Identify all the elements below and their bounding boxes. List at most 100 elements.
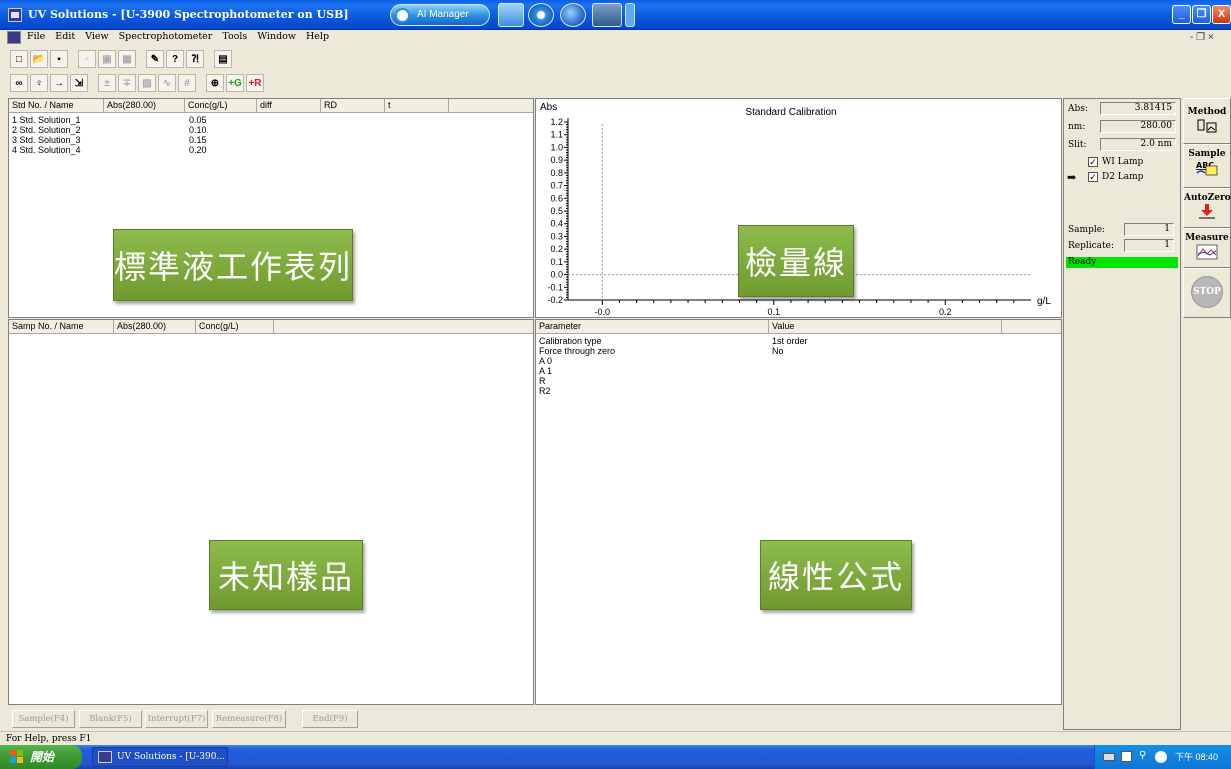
open-icon[interactable]: 📂	[30, 50, 48, 68]
copy-icon[interactable]: ▫	[78, 50, 96, 68]
std-conc: 0.15	[189, 135, 207, 145]
add-icon[interactable]: ±	[98, 74, 116, 92]
sample-button[interactable]: Sample ABC	[1183, 144, 1231, 188]
ai-manager-icon	[395, 8, 410, 23]
minimize-button[interactable]: _	[1172, 5, 1191, 24]
mdi-document-icon[interactable]	[7, 31, 21, 44]
wi-lamp-checkbox[interactable]: ✓	[1088, 157, 1098, 167]
maximize-button[interactable]: ❐	[1192, 5, 1211, 24]
d2-lamp-checkbox[interactable]: ✓	[1088, 172, 1098, 182]
stop-button-frame: STOP	[1183, 268, 1231, 318]
param-name: A 0	[539, 356, 553, 366]
import-icon[interactable]: →	[50, 74, 68, 92]
x-tick-label: 0.2	[939, 307, 952, 317]
chart-callout: 檢量線	[738, 225, 854, 297]
autozero-icon	[1196, 204, 1218, 220]
context-help-icon[interactable]: ⁈	[186, 50, 204, 68]
lamp-icon[interactable]: ♀	[30, 74, 48, 92]
slit-readout: 2.0 nm	[1100, 138, 1176, 151]
network-icon[interactable]: ⚲	[1139, 749, 1146, 763]
new-icon[interactable]: □	[10, 50, 28, 68]
col-samp-name[interactable]: Samp No. / Name	[9, 320, 114, 334]
export-icon[interactable]: ⇲	[70, 74, 88, 92]
start-button[interactable]: 開始	[0, 745, 82, 769]
y-tick-label: 0.8	[550, 168, 563, 178]
col-t[interactable]: t	[385, 99, 449, 113]
y-tick-label: 0.1	[550, 257, 563, 267]
blank-f5-button[interactable]: Blank(F5)	[79, 710, 142, 728]
col-diff[interactable]: diff	[257, 99, 321, 113]
taskbar-app-uv-solutions[interactable]: UV Solutions - [U-390...	[92, 747, 228, 767]
paste-icon[interactable]: ▣	[98, 50, 116, 68]
menu-help[interactable]: Help	[306, 31, 329, 42]
close-button[interactable]: X	[1212, 5, 1231, 24]
col-samp-conc[interactable]: Conc(g/L)	[196, 320, 274, 334]
system-tray: ⚲ 下午 08:40	[1094, 745, 1231, 769]
col-parameter[interactable]: Parameter	[536, 320, 769, 334]
scroll-icon[interactable]	[625, 3, 635, 27]
col-rd[interactable]: RD	[321, 99, 385, 113]
col-std-name[interactable]: Std No. / Name	[9, 99, 104, 113]
monitor-icon[interactable]	[592, 3, 622, 27]
disc-icon[interactable]	[528, 3, 554, 27]
param-name: Calibration type	[539, 336, 602, 346]
parameter-panel: Parameter Value Calibration type 1st orde…	[535, 319, 1062, 705]
ai-manager-button[interactable]: AI Manager	[390, 4, 490, 26]
method-button[interactable]: Method	[1183, 98, 1231, 144]
d2-lamp-label: D2 Lamp	[1102, 172, 1144, 182]
connect-icon[interactable]: ∞	[10, 74, 28, 92]
y-tick-label: 0.4	[550, 219, 563, 229]
delete-icon[interactable]: ∓	[118, 74, 136, 92]
add-green-icon[interactable]: +G	[226, 74, 244, 92]
stop-button[interactable]: STOP	[1191, 276, 1223, 308]
print-icon[interactable]: ▦	[118, 50, 136, 68]
clock[interactable]: 下午 08:40	[1175, 745, 1218, 769]
app-icon[interactable]	[8, 8, 22, 22]
col-conc[interactable]: Conc(g/L)	[185, 99, 257, 113]
menu-file[interactable]: File	[27, 31, 45, 42]
menu-window[interactable]: Window	[257, 31, 296, 42]
col-samp-abs[interactable]: Abs(280.00)	[114, 320, 196, 334]
measure-button[interactable]: Measure	[1183, 228, 1231, 268]
ai-manager-label: AI Manager	[417, 9, 469, 20]
taskbar: 開始 UV Solutions - [U-390... ⚲ 下午 08:40	[0, 745, 1231, 769]
y-tick-label: -0.2	[547, 295, 563, 305]
start-label: 開始	[30, 750, 55, 764]
replicate-label: Replicate:	[1068, 241, 1115, 251]
replicate-count: 1	[1124, 239, 1174, 252]
interrupt-f7-button[interactable]: Interrupt(F7)	[145, 710, 208, 728]
col-value[interactable]: Value	[769, 320, 1002, 334]
keyboard-icon[interactable]	[1103, 753, 1115, 761]
properties-icon[interactable]: ✎	[146, 50, 164, 68]
sample-label: Sample	[1188, 149, 1226, 159]
fit-icon[interactable]: ∿	[158, 74, 176, 92]
chart-icon[interactable]: ▨	[138, 74, 156, 92]
help-icon[interactable]	[1121, 751, 1132, 762]
autozero-button[interactable]: AutoZero	[1183, 188, 1231, 228]
std-name: 2 Std. Solution_2	[12, 125, 81, 135]
scan-icon[interactable]: ⊕	[206, 74, 224, 92]
menu-view[interactable]: View	[85, 31, 109, 42]
param-name: Force through zero	[539, 346, 616, 356]
x-tick-label: 0.1	[768, 307, 781, 317]
end-f9-button[interactable]: End(F9)	[302, 710, 358, 728]
grid-icon[interactable]: #	[178, 74, 196, 92]
sample-table-panel: Samp No. / Name Abs(280.00) Conc(g/L) 未知…	[8, 319, 534, 705]
menu-spectrophotometer[interactable]: Spectrophotometer	[119, 31, 213, 42]
menu-edit[interactable]: Edit	[55, 31, 75, 42]
help-icon[interactable]: ?	[166, 50, 184, 68]
window-manager-icon[interactable]	[498, 3, 524, 27]
col-abs[interactable]: Abs(280.00)	[104, 99, 185, 113]
add-red-icon[interactable]: +R	[246, 74, 264, 92]
sample-f4-button[interactable]: Sample(F4)	[12, 710, 75, 728]
globe-icon[interactable]	[560, 3, 586, 27]
volume-icon[interactable]	[1155, 751, 1167, 763]
menu-tools[interactable]: Tools	[222, 31, 247, 42]
y-tick-label: 1.0	[550, 142, 563, 152]
mdi-window-controls[interactable]: - ❐ ×	[1190, 32, 1214, 43]
remeasure-f8-button[interactable]: Remeasure(F8)	[212, 710, 286, 728]
x-axis-label: g/L	[1037, 296, 1051, 307]
save-icon[interactable]: ▪	[50, 50, 68, 68]
y-tick-label: 0.3	[550, 231, 563, 241]
report-icon[interactable]: ▤	[214, 50, 232, 68]
